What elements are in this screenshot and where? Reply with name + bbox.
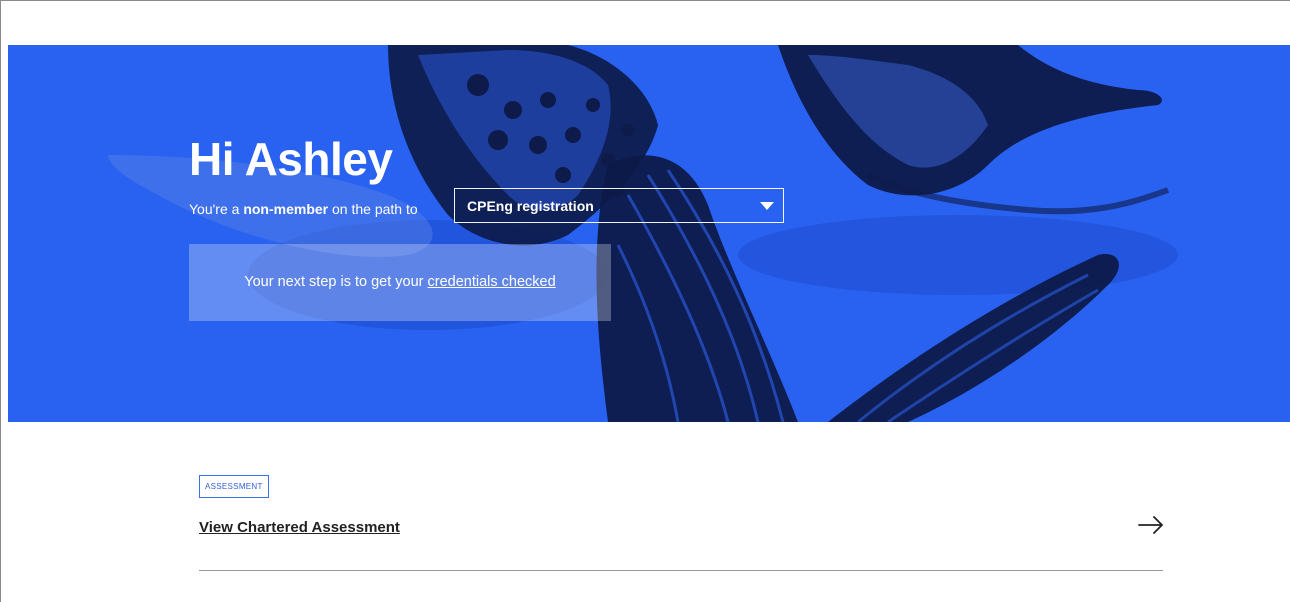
credentials-checked-link[interactable]: credentials checked [428, 274, 556, 290]
page: Hi Ashley You're a non-member on the pat… [0, 0, 1290, 602]
next-step-card: Your next step is to get your credential… [189, 244, 611, 321]
status-prefix: You're a [189, 201, 244, 217]
path-select[interactable]: CPEng registration [454, 188, 784, 223]
greeting-heading: Hi Ashley [189, 133, 393, 185]
assessment-tag: ASSESSMENT [199, 475, 269, 498]
divider [199, 570, 1163, 571]
status-suffix: on the path to [328, 201, 418, 217]
arrow-right-icon[interactable] [1137, 513, 1165, 537]
path-select-value: CPEng registration [467, 198, 594, 214]
hero-banner: Hi Ashley You're a non-member on the pat… [8, 45, 1290, 422]
next-step-prefix: Your next step is to get your [244, 274, 428, 290]
next-step-text: Your next step is to get your credential… [189, 272, 611, 292]
butterflies-image [108, 45, 1178, 422]
membership-status: You're a non-member on the path to [189, 199, 418, 219]
membership-type: non-member [243, 201, 329, 217]
caret-down-icon [760, 202, 774, 210]
view-chartered-assessment-link[interactable]: View Chartered Assessment [199, 518, 400, 538]
